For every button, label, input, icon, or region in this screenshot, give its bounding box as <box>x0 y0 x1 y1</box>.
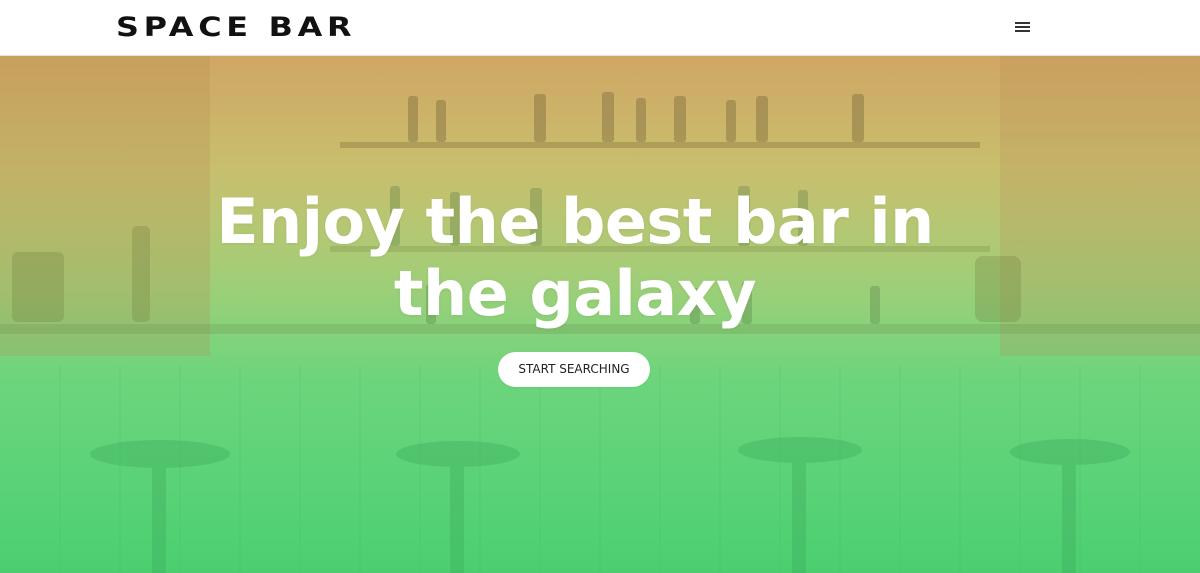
brand-logo[interactable]: SPACE BAR <box>116 12 356 44</box>
hero-title: Enjoy the best bar in the galaxy <box>216 185 934 330</box>
menu-line-icon <box>1015 30 1030 32</box>
hero-section: Enjoy the best bar in the galaxy START S… <box>0 56 1200 573</box>
menu-line-icon <box>1015 22 1030 24</box>
hamburger-menu-icon[interactable] <box>1008 14 1036 40</box>
top-navbar: SPACE BAR <box>0 0 1200 56</box>
menu-line-icon <box>1015 26 1030 28</box>
start-searching-button[interactable]: START SEARCHING <box>498 352 650 387</box>
